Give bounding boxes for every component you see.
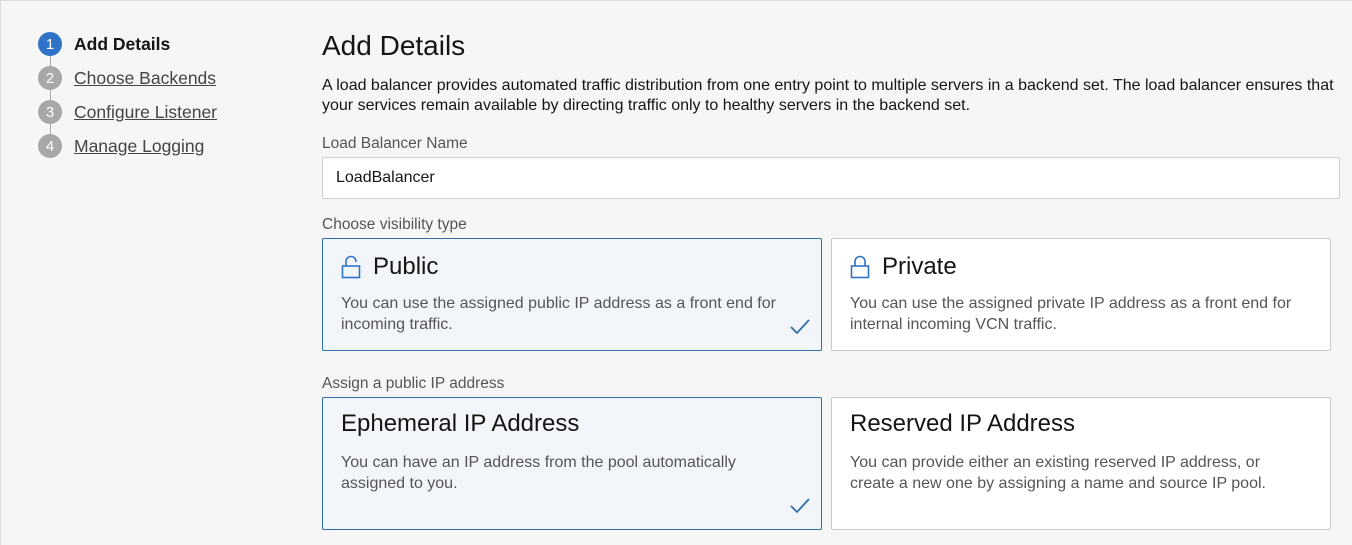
checkmark-icon: [790, 319, 810, 335]
step-label: Add Details: [74, 33, 171, 54]
step-number-badge: 1: [38, 32, 62, 56]
step-manage-logging[interactable]: 4 Manage Logging: [38, 129, 278, 163]
step-label[interactable]: Choose Backends: [74, 68, 216, 89]
page-title: Add Details: [322, 30, 466, 61]
visibility-option-private[interactable]: Private You can use the assigned private…: [831, 238, 1331, 351]
step-add-details[interactable]: 1 Add Details: [38, 27, 278, 61]
step-configure-listener[interactable]: 3 Configure Listener: [38, 95, 278, 129]
steps-connector-line: [50, 43, 51, 145]
public-ip-label: Assign a public IP address: [322, 375, 505, 392]
option-title: Reserved IP Address: [850, 410, 1076, 437]
step-number-badge: 3: [38, 100, 62, 124]
wizard-steps: 1 Add Details 2 Choose Backends 3 Config…: [38, 27, 278, 163]
load-balancer-name-input[interactable]: [322, 157, 1340, 199]
padlock-icon: [850, 255, 870, 279]
option-description: You can use the assigned private IP addr…: [850, 295, 1292, 333]
option-title: Private: [882, 253, 957, 280]
visibility-type-label: Choose visibility type: [322, 216, 467, 233]
step-number-badge: 4: [38, 134, 62, 158]
option-title: Public: [373, 253, 439, 280]
step-label[interactable]: Configure Listener: [74, 102, 217, 123]
step-choose-backends[interactable]: 2 Choose Backends: [38, 61, 278, 95]
ip-option-ephemeral[interactable]: Ephemeral IP Address You can have an IP …: [322, 397, 822, 530]
option-description: You can use the assigned public IP addre…: [341, 295, 776, 333]
page-description: A load balancer provides automated traff…: [322, 77, 1334, 114]
unlocked-padlock-icon: [341, 255, 361, 279]
step-label[interactable]: Manage Logging: [74, 136, 204, 157]
main-content: Add Details A load balancer provides aut…: [322, 28, 1340, 530]
step-number-badge: 2: [38, 66, 62, 90]
option-description: You can provide either an existing reser…: [850, 454, 1266, 492]
option-title: Ephemeral IP Address: [341, 410, 580, 437]
ip-option-reserved[interactable]: Reserved IP Address You can provide eith…: [831, 397, 1331, 530]
option-description: You can have an IP address from the pool…: [341, 454, 736, 492]
load-balancer-name-label: Load Balancer Name: [322, 135, 468, 152]
checkmark-icon: [790, 498, 810, 514]
visibility-option-public[interactable]: Public You can use the assigned public I…: [322, 238, 822, 351]
